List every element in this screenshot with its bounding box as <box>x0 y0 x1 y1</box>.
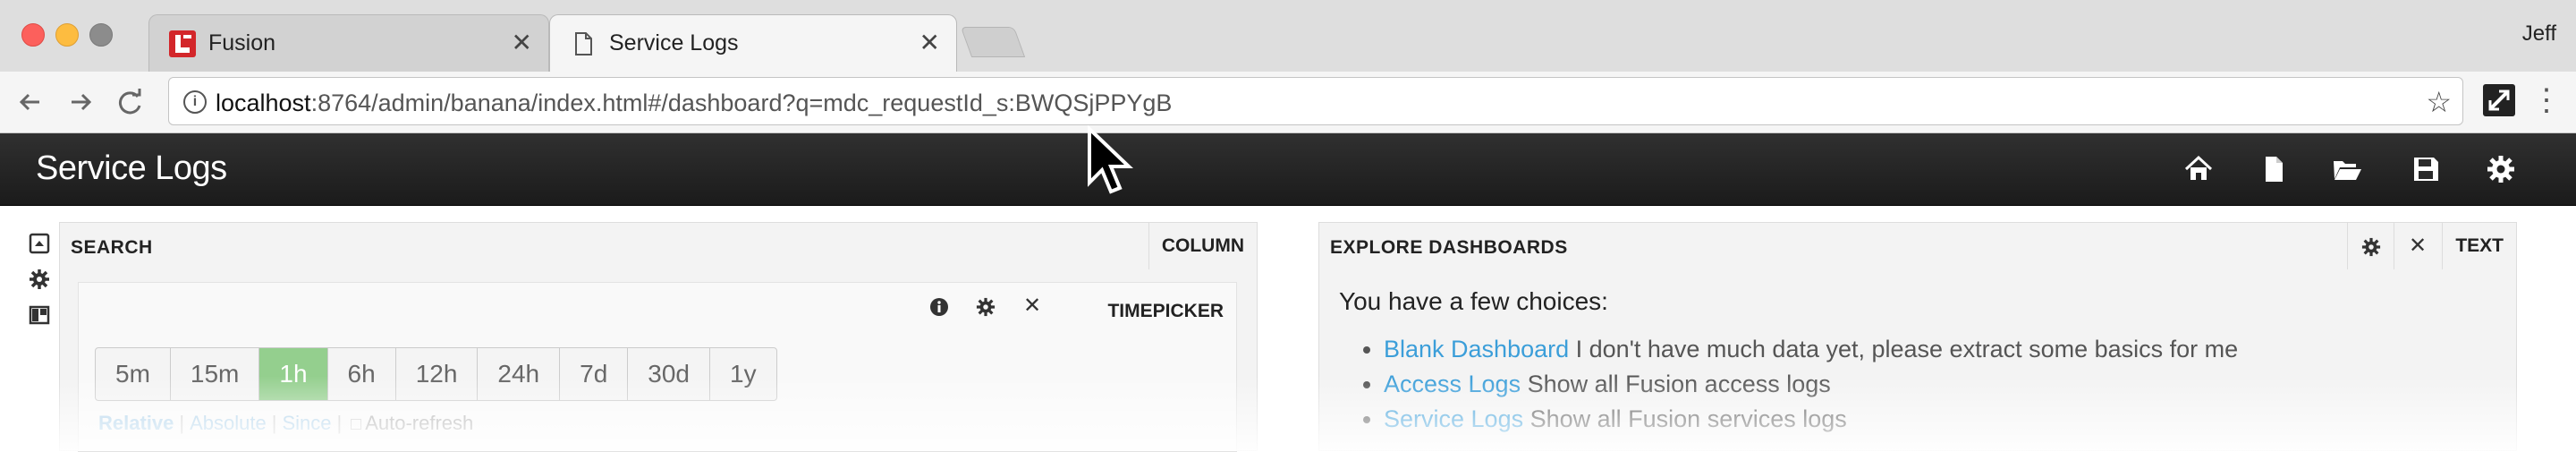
forward-arrow-icon[interactable] <box>63 84 98 120</box>
absolute-link[interactable]: Absolute <box>190 412 267 434</box>
info-icon[interactable] <box>916 283 962 329</box>
window-close-button[interactable] <box>21 23 45 47</box>
info-icon[interactable]: i <box>183 90 207 114</box>
time-button-15m[interactable]: 15m <box>171 348 260 400</box>
time-button-7d[interactable]: 7d <box>560 348 629 400</box>
separator: | <box>179 412 185 434</box>
timepicker-panel: ✕ TIMEPICKER 5m 15m 1h 6h 12h 24h 7d 30d… <box>78 282 1237 452</box>
tab-label: Service Logs <box>609 30 739 55</box>
list-item-description: I don't have much data yet, please extra… <box>1569 336 2239 362</box>
search-panel: SEARCH COLUMN ✕ TIMEPICKER 5m 15m 1h 6h … <box>59 222 1258 452</box>
browser-titlebar: Fusion ✕ Service Logs ✕ Jeff <box>0 0 2576 72</box>
auto-refresh-label: Auto-refresh <box>365 412 474 434</box>
mouse-cursor-icon <box>1088 125 1133 194</box>
time-button-24h[interactable]: 24h <box>478 348 561 400</box>
url-path: :8764/admin/banana/index.html#/dashboard… <box>310 90 1173 116</box>
time-button-30d[interactable]: 30d <box>628 348 710 400</box>
back-arrow-icon[interactable] <box>13 84 48 120</box>
url-host: localhost <box>216 90 311 116</box>
window-maximize-button[interactable] <box>89 23 113 47</box>
menu-dots-icon[interactable]: ⋮ <box>2531 81 2562 120</box>
document-icon <box>575 32 592 55</box>
profile-name[interactable]: Jeff <box>2522 21 2556 47</box>
time-button-5m[interactable]: 5m <box>96 348 171 400</box>
blank-dashboard-link[interactable]: Blank Dashboard <box>1384 336 1569 362</box>
gear-icon[interactable] <box>2485 153 2517 185</box>
layout-icon[interactable] <box>29 304 50 326</box>
new-file-icon[interactable] <box>2258 153 2290 185</box>
close-icon[interactable]: ✕ <box>1009 283 1055 329</box>
relative-link[interactable]: Relative <box>98 412 174 434</box>
list-item: Service Logs Show all Fusion services lo… <box>1384 405 2238 433</box>
panel-type-tag: TEXT <box>2442 223 2516 269</box>
gear-icon[interactable] <box>29 269 50 290</box>
browser-toolbar: i localhost:8764/admin/banana/index.html… <box>0 72 2576 133</box>
panel-type-tag: TIMEPICKER <box>1095 290 1236 333</box>
panel-type-tag: COLUMN <box>1148 223 1257 269</box>
star-icon[interactable]: ☆ <box>2426 85 2452 119</box>
list-item: Access Logs Show all Fusion access logs <box>1384 371 2238 398</box>
fusion-logo-icon <box>169 30 196 57</box>
since-link[interactable]: Since <box>282 412 331 434</box>
tab-label: Fusion <box>208 30 276 55</box>
explore-dashboards-panel: EXPLORE DASHBOARDS ✕ TEXT You have a few… <box>1318 222 2517 451</box>
tab-close-icon[interactable]: ✕ <box>512 28 532 57</box>
list-item: Blank Dashboard I don't have much data y… <box>1384 336 2238 363</box>
access-logs-link[interactable]: Access Logs <box>1384 371 1521 397</box>
list-item-description: Show all Fusion services logs <box>1523 405 1847 432</box>
time-button-1y[interactable]: 1y <box>710 348 776 400</box>
dashboard-choices-list: Blank Dashboard I don't have much data y… <box>1362 336 2238 440</box>
panel-title: SEARCH <box>71 237 153 258</box>
close-icon[interactable]: ✕ <box>2394 223 2441 269</box>
tab-fusion[interactable]: Fusion ✕ <box>148 14 549 72</box>
time-button-12h[interactable]: 12h <box>396 348 479 400</box>
separator: | <box>336 412 343 434</box>
tab-service-logs[interactable]: Service Logs ✕ <box>549 14 957 72</box>
open-folder-icon[interactable] <box>2331 153 2363 185</box>
tab-close-icon[interactable]: ✕ <box>919 28 940 57</box>
new-tab-button[interactable] <box>960 27 1026 57</box>
gear-icon[interactable] <box>2347 223 2394 269</box>
service-logs-link[interactable]: Service Logs <box>1384 405 1523 432</box>
window-minimize-button[interactable] <box>55 23 79 47</box>
list-item-description: Show all Fusion access logs <box>1521 371 1831 397</box>
save-icon[interactable] <box>2410 153 2442 185</box>
reload-icon[interactable] <box>113 84 148 120</box>
explore-intro-text: You have a few choices: <box>1339 287 1608 315</box>
url-text[interactable]: localhost:8764/admin/banana/index.html#/… <box>216 90 1172 117</box>
time-button-6h[interactable]: 6h <box>328 348 396 400</box>
collapse-icon[interactable] <box>29 233 50 254</box>
app-navbar: Service Logs <box>0 133 2576 206</box>
time-range-buttons: 5m 15m 1h 6h 12h 24h 7d 30d 1y <box>95 347 777 401</box>
dashboard-title: Service Logs <box>36 149 227 187</box>
time-button-1h[interactable]: 1h <box>259 348 328 400</box>
auto-refresh-checkbox[interactable] <box>351 419 362 430</box>
extension-icon[interactable] <box>2483 84 2515 116</box>
panel-title: EXPLORE DASHBOARDS <box>1330 237 1568 258</box>
gear-icon[interactable] <box>962 283 1009 329</box>
time-mode-links: Relative | Absolute | Since | Auto-refresh <box>98 412 473 435</box>
address-bar[interactable]: i localhost:8764/admin/banana/index.html… <box>168 77 2463 125</box>
home-icon[interactable] <box>2182 153 2215 185</box>
separator: | <box>271 412 277 434</box>
